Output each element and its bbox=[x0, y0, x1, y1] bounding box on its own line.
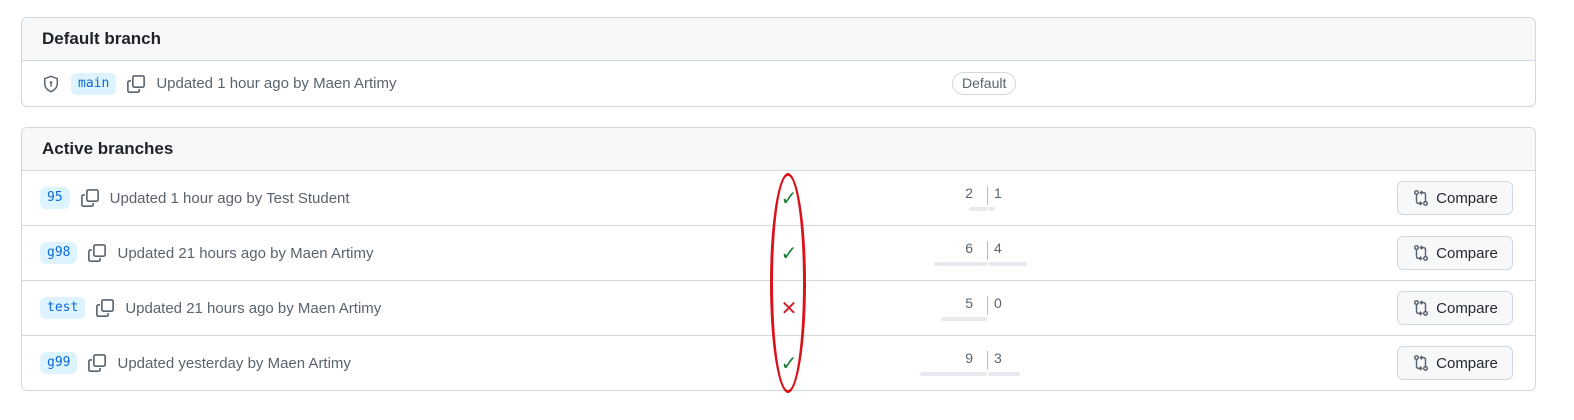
compare-label: Compare bbox=[1436, 354, 1498, 372]
updated-text: Updated yesterday by Maen Artimy bbox=[117, 354, 351, 372]
copy-icon[interactable] bbox=[94, 297, 116, 319]
compare-label: Compare bbox=[1436, 299, 1498, 317]
compare-label: Compare bbox=[1436, 244, 1498, 262]
default-branch-box: Default branch main Updated 1 hour ago b… bbox=[21, 17, 1536, 107]
check-icon[interactable]: ✓ bbox=[777, 336, 801, 390]
compare-button[interactable]: Compare bbox=[1397, 346, 1513, 380]
copy-icon[interactable] bbox=[86, 242, 108, 264]
updated-text: Updated 1 hour ago by Test Student bbox=[109, 189, 350, 207]
updated-text: Updated 1 hour ago by Maen Artimy bbox=[156, 75, 397, 92]
check-icon[interactable]: ✓ bbox=[777, 226, 801, 280]
behind-bar bbox=[969, 207, 987, 211]
ahead-behind-divider bbox=[987, 296, 988, 315]
branch-name-link[interactable]: g98 bbox=[40, 242, 78, 264]
behind-count: 6 bbox=[965, 240, 973, 256]
shield-icon[interactable] bbox=[40, 73, 62, 95]
ahead-count: 4 bbox=[994, 240, 1002, 256]
copy-icon[interactable] bbox=[125, 73, 147, 95]
ahead-behind-indicator: 93 bbox=[902, 350, 1072, 380]
ahead-behind-indicator: 50 bbox=[902, 295, 1072, 325]
branch-row: g98 Updated 21 hours ago by Maen Artimy ✓ 6… bbox=[22, 226, 1535, 281]
ahead-behind-divider bbox=[987, 241, 988, 260]
branch-name-link[interactable]: g99 bbox=[40, 352, 78, 374]
branch-name-link[interactable]: main bbox=[71, 72, 117, 95]
ahead-bar bbox=[988, 372, 1020, 376]
ahead-behind-divider bbox=[987, 351, 988, 370]
ahead-behind-indicator: 21 bbox=[902, 185, 1072, 215]
copy-icon[interactable] bbox=[79, 187, 101, 209]
branch-row: g99 Updated yesterday by Maen Artimy ✓ 9 3 Co… bbox=[22, 336, 1535, 390]
branch-name-link[interactable]: 95 bbox=[40, 187, 70, 209]
git-compare-icon bbox=[1412, 189, 1430, 207]
behind-bar bbox=[941, 317, 987, 321]
behind-bar bbox=[934, 262, 987, 266]
compare-button[interactable]: Compare bbox=[1397, 291, 1513, 325]
default-branch-row: main Updated 1 hour ago by Maen Artimy D… bbox=[22, 61, 1535, 106]
compare-button[interactable]: Compare bbox=[1397, 236, 1513, 270]
active-branches-list: 95 Updated 1 hour ago by Test Student ✓ 2 1 C… bbox=[22, 171, 1535, 390]
behind-bar bbox=[920, 372, 987, 376]
git-compare-icon bbox=[1412, 354, 1430, 372]
updated-text: Updated 21 hours ago by Maen Artimy bbox=[117, 244, 374, 262]
branch-row: 95 Updated 1 hour ago by Test Student ✓ 2 1 C… bbox=[22, 171, 1535, 226]
git-compare-icon bbox=[1412, 244, 1430, 262]
compare-button[interactable]: Compare bbox=[1397, 181, 1513, 215]
check-icon[interactable]: ✓ bbox=[777, 171, 801, 225]
active-branches-header: Active branches bbox=[22, 128, 1535, 171]
ahead-behind-divider bbox=[987, 186, 988, 205]
x-icon[interactable]: ✕ bbox=[777, 281, 801, 335]
behind-count: 2 bbox=[965, 185, 973, 201]
copy-icon[interactable] bbox=[86, 352, 108, 374]
compare-label: Compare bbox=[1436, 189, 1498, 207]
ahead-behind-indicator: 64 bbox=[902, 240, 1072, 270]
ahead-bar bbox=[988, 207, 995, 211]
updated-text: Updated 21 hours ago by Maen Artimy bbox=[125, 299, 382, 317]
branch-name-link[interactable]: test bbox=[40, 297, 86, 319]
active-branches-box: Active branches 95 Updated 1 hour ago by … bbox=[21, 127, 1536, 391]
behind-count: 5 bbox=[965, 295, 973, 311]
git-compare-icon bbox=[1412, 299, 1430, 317]
default-branch-header: Default branch bbox=[22, 18, 1535, 61]
branch-row: test Updated 21 hours ago by Maen Artimy ✕… bbox=[22, 281, 1535, 336]
default-badge: Default bbox=[952, 72, 1017, 95]
ahead-bar bbox=[988, 262, 1027, 266]
ahead-count: 3 bbox=[994, 350, 1002, 366]
ahead-count: 1 bbox=[994, 185, 1002, 201]
ahead-count: 0 bbox=[994, 295, 1002, 311]
behind-count: 9 bbox=[965, 350, 973, 366]
